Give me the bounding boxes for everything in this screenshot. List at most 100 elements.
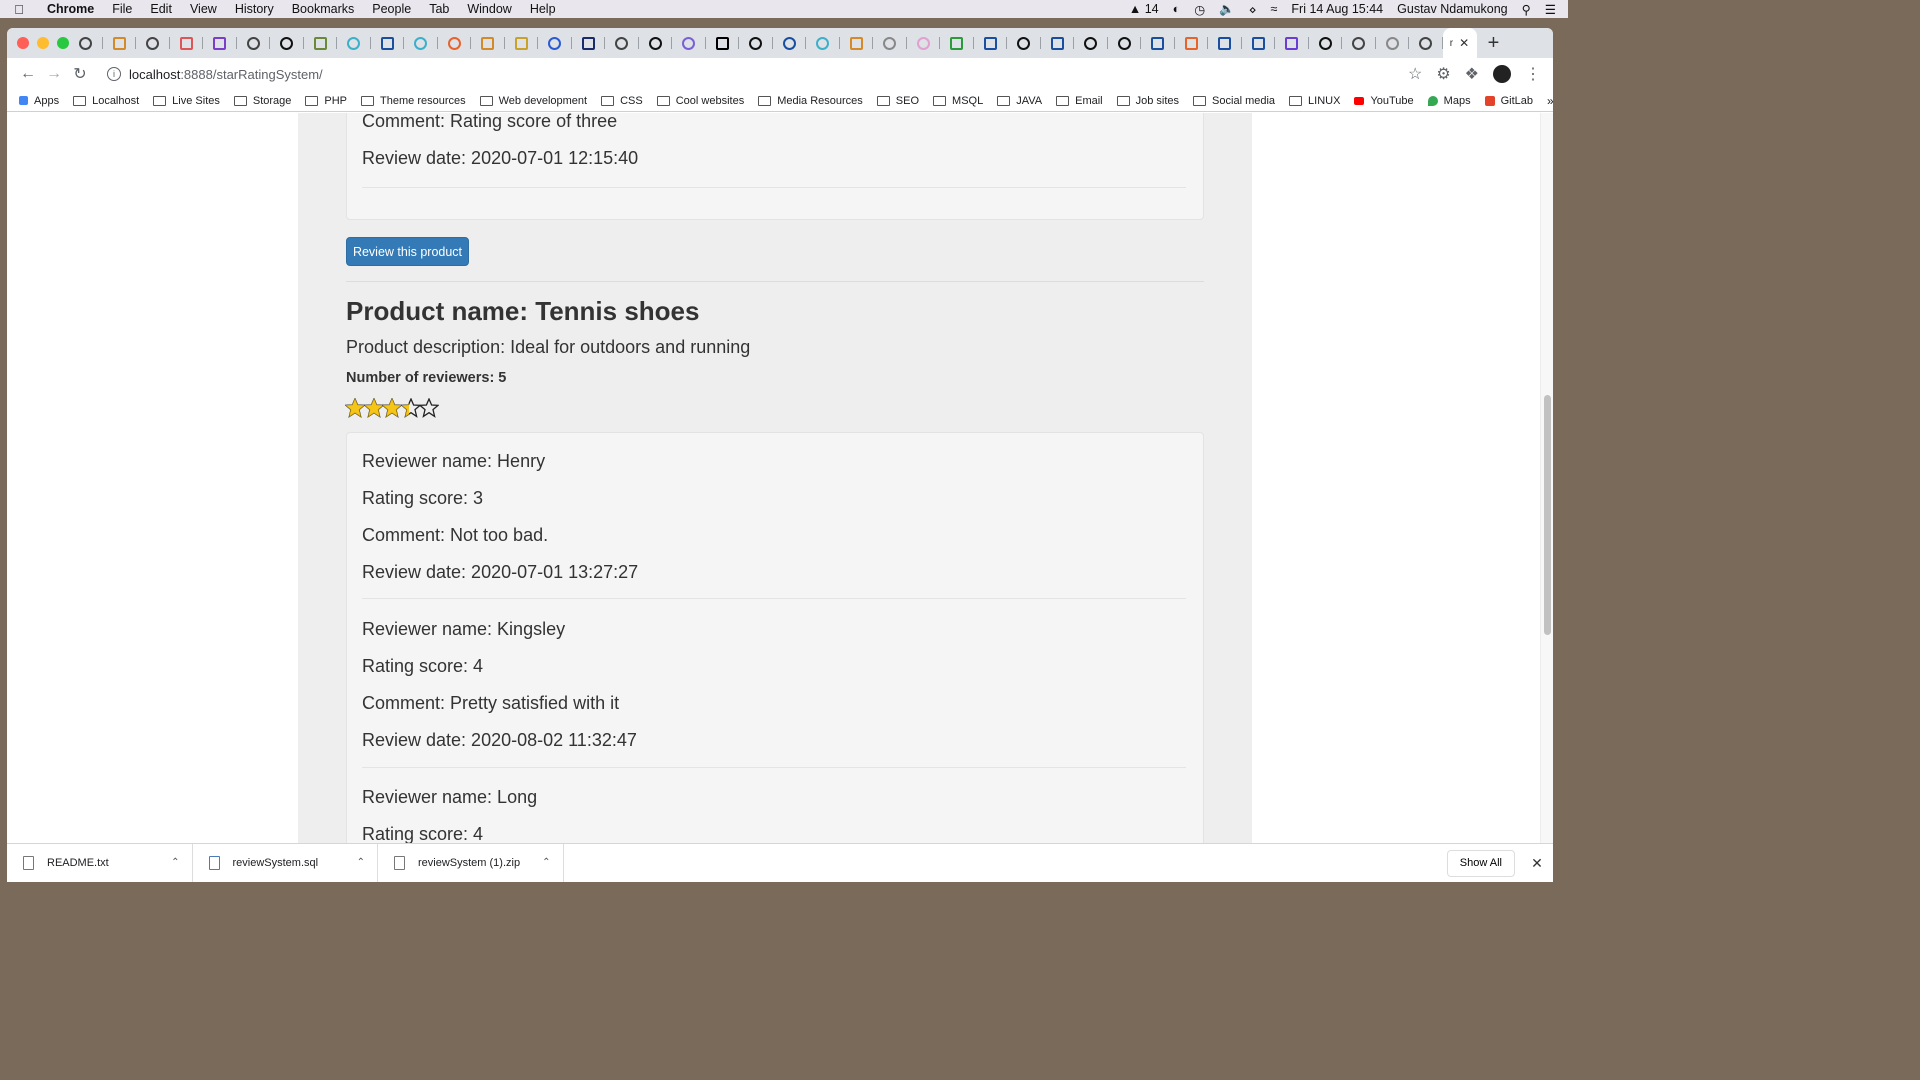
- tab-active[interactable]: r ✕: [1442, 28, 1477, 58]
- new-tab-button[interactable]: +: [1477, 32, 1511, 55]
- control-center-icon[interactable]: ☰: [1545, 2, 1556, 17]
- apple-icon[interactable]: : [0, 2, 38, 17]
- tab[interactable]: [69, 28, 103, 58]
- bookmark-folder[interactable]: PHP: [305, 95, 347, 107]
- tab[interactable]: [404, 28, 438, 58]
- menu-view[interactable]: View: [181, 2, 226, 16]
- tab[interactable]: [1074, 28, 1108, 58]
- bookmark-folder[interactable]: Media Resources: [758, 95, 863, 107]
- minimize-window-icon[interactable]: [37, 37, 49, 49]
- bookmark-folder[interactable]: Web development: [479, 95, 587, 107]
- bookmark-folder[interactable]: CSS: [601, 95, 643, 107]
- bookmark-folder[interactable]: SEO: [876, 95, 919, 107]
- theme-icon[interactable]: ◐: [1173, 2, 1181, 16]
- spotlight-icon[interactable]: ⚲: [1522, 2, 1531, 17]
- chrome-menu-icon[interactable]: ⋮: [1525, 64, 1541, 84]
- tab[interactable]: [1342, 28, 1376, 58]
- time-machine-icon[interactable]: ◷: [1194, 2, 1205, 17]
- menu-edit[interactable]: Edit: [141, 2, 181, 16]
- menu-history[interactable]: History: [226, 2, 283, 16]
- tab[interactable]: [237, 28, 271, 58]
- menu-window[interactable]: Window: [458, 2, 520, 16]
- tab[interactable]: [1376, 28, 1410, 58]
- tab[interactable]: [672, 28, 706, 58]
- tab[interactable]: [940, 28, 974, 58]
- bookmark-folder[interactable]: Social media: [1193, 95, 1275, 107]
- tab[interactable]: [1108, 28, 1142, 58]
- adobe-icon[interactable]: ▲ 14: [1129, 2, 1159, 16]
- download-item[interactable]: reviewSystem.sql ⌃: [193, 843, 378, 882]
- tab[interactable]: [1141, 28, 1175, 58]
- bookmark-folder[interactable]: Localhost: [73, 95, 139, 107]
- tab[interactable]: [639, 28, 673, 58]
- chevron-up-icon[interactable]: ⌃: [357, 857, 365, 868]
- download-item[interactable]: reviewSystem (1).zip ⌃: [378, 843, 564, 882]
- tab[interactable]: [270, 28, 304, 58]
- wifi-icon[interactable]: ≈: [1271, 2, 1278, 16]
- clock-text[interactable]: Fri 14 Aug 15:44: [1291, 2, 1383, 16]
- tab[interactable]: [170, 28, 204, 58]
- tab[interactable]: [806, 28, 840, 58]
- bookmark-folder[interactable]: Email: [1056, 95, 1103, 107]
- bluetooth-icon[interactable]: ⋄: [1249, 2, 1257, 17]
- tab[interactable]: [505, 28, 539, 58]
- profile-avatar[interactable]: [1493, 65, 1511, 83]
- chevron-up-icon[interactable]: ⌃: [542, 857, 550, 868]
- tab[interactable]: [438, 28, 472, 58]
- bookmark-folder[interactable]: LINUX: [1289, 95, 1340, 107]
- tab[interactable]: [605, 28, 639, 58]
- tab[interactable]: [1275, 28, 1309, 58]
- bookmark-apps[interactable]: Apps: [19, 95, 59, 107]
- tab[interactable]: [471, 28, 505, 58]
- chevron-up-icon[interactable]: ⌃: [171, 857, 179, 868]
- tab[interactable]: [304, 28, 338, 58]
- bookmark-maps[interactable]: Maps: [1427, 95, 1471, 107]
- download-item[interactable]: README.txt ⌃: [7, 843, 193, 882]
- page-scrollbar[interactable]: [1540, 113, 1553, 843]
- extensions-puzzle-icon[interactable]: ❖: [1465, 64, 1479, 84]
- tab[interactable]: [572, 28, 606, 58]
- bookmark-folder[interactable]: Live Sites: [153, 95, 220, 107]
- tab[interactable]: [203, 28, 237, 58]
- tab[interactable]: [136, 28, 170, 58]
- bookmark-folder[interactable]: JAVA: [997, 95, 1042, 107]
- bookmark-folder[interactable]: Storage: [233, 95, 291, 107]
- tab[interactable]: [840, 28, 874, 58]
- menu-tab[interactable]: Tab: [420, 2, 458, 16]
- close-tab-icon[interactable]: ✕: [1459, 36, 1469, 50]
- bookmark-folder[interactable]: MSQL: [933, 95, 983, 107]
- bookmark-folder[interactable]: Job sites: [1116, 95, 1179, 107]
- tab[interactable]: [1041, 28, 1075, 58]
- tab[interactable]: [1242, 28, 1276, 58]
- site-info-icon[interactable]: i: [107, 67, 121, 81]
- bookmark-folder[interactable]: Cool websites: [656, 95, 744, 107]
- tab[interactable]: [974, 28, 1008, 58]
- bookmark-star-icon[interactable]: ☆: [1408, 64, 1422, 84]
- menu-bookmarks[interactable]: Bookmarks: [283, 2, 364, 16]
- reload-icon[interactable]: ↻: [67, 64, 93, 84]
- tab[interactable]: [1309, 28, 1343, 58]
- bookmark-folder[interactable]: Theme resources: [361, 95, 466, 107]
- scrollbar-thumb[interactable]: [1544, 395, 1551, 635]
- user-name[interactable]: Gustav Ndamukong: [1397, 2, 1507, 16]
- volume-icon[interactable]: 🔈: [1219, 2, 1235, 17]
- bookmarks-overflow-icon[interactable]: »: [1547, 94, 1553, 108]
- zoom-window-icon[interactable]: [57, 37, 69, 49]
- tab[interactable]: [1175, 28, 1209, 58]
- menu-help[interactable]: Help: [521, 2, 565, 16]
- forward-arrow-icon[interactable]: →: [41, 65, 67, 83]
- tab[interactable]: [739, 28, 773, 58]
- tab[interactable]: [1007, 28, 1041, 58]
- tab[interactable]: [371, 28, 405, 58]
- tab[interactable]: [773, 28, 807, 58]
- tab[interactable]: [907, 28, 941, 58]
- address-bar[interactable]: i localhost:8888/starRatingSystem/: [93, 61, 1408, 87]
- tab[interactable]: [103, 28, 137, 58]
- bookmark-gitlab[interactable]: GitLab: [1484, 95, 1533, 107]
- settings-gear-icon[interactable]: ⚙: [1436, 64, 1450, 84]
- tab[interactable]: [337, 28, 371, 58]
- show-all-downloads-button[interactable]: Show All: [1446, 849, 1515, 877]
- menu-app-name[interactable]: Chrome: [38, 2, 103, 16]
- menu-people[interactable]: People: [363, 2, 420, 16]
- tab[interactable]: [706, 28, 740, 58]
